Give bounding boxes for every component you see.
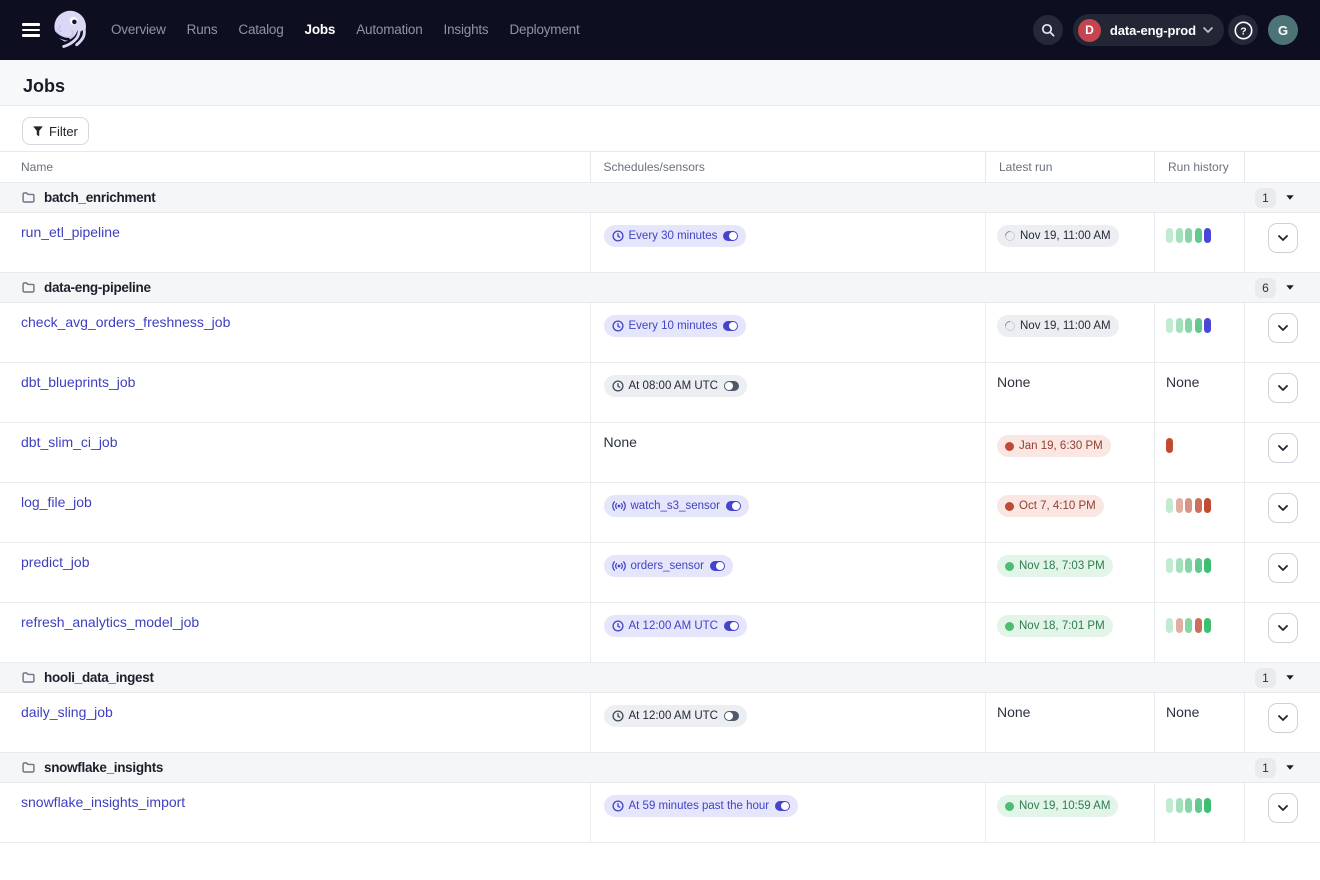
svg-text:?: ?: [1240, 25, 1246, 37]
